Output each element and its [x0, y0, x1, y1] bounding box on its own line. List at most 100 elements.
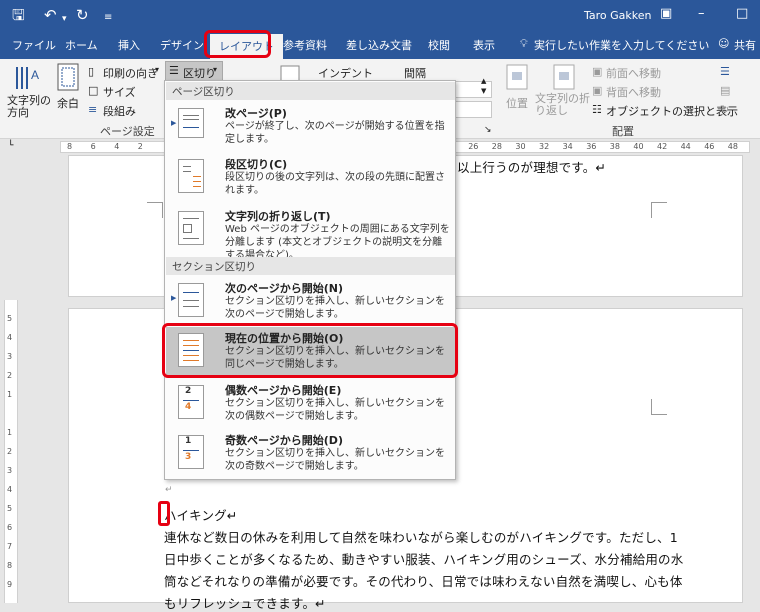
tab-review[interactable]: 校閲	[428, 37, 450, 53]
margins-button[interactable]: 余白	[57, 95, 79, 111]
ruler-number: 3	[7, 352, 13, 361]
minimize-icon[interactable]: –	[698, 6, 705, 21]
menu-item-title: 偶数ページから開始(E)	[225, 384, 342, 397]
ruler-number: 26	[468, 142, 479, 151]
arrange-group-label: 配置	[612, 125, 634, 138]
page-setup-group-label: ページ設定	[100, 125, 155, 138]
ruler-number: 5	[7, 504, 13, 513]
menu-item-desc: セクション区切りを挿入し、新しいセクションを次のページで開始します。	[225, 296, 445, 320]
bring-forward-button[interactable]: 前面へ移動	[606, 65, 661, 81]
paragraph-launcher-icon[interactable]: ↘	[484, 125, 492, 135]
share-button[interactable]: 共有	[734, 37, 756, 53]
margin-corner-mark	[651, 202, 667, 218]
spacing-after-input[interactable]	[450, 101, 492, 118]
tab-design[interactable]: デザイン	[160, 37, 204, 53]
ruler-number: 2	[7, 371, 13, 380]
position-icon[interactable]	[506, 64, 528, 90]
ruler-number: 4	[7, 333, 13, 342]
page-upper-text: 以上行うのが理想です。↵	[457, 160, 607, 175]
columns-button[interactable]: 段組み	[103, 103, 136, 119]
tab-insert[interactable]: 挿入	[118, 37, 140, 53]
doc-heading[interactable]: ハイキング↵	[164, 505, 238, 524]
ruler-number: 3	[7, 466, 13, 475]
ruler-number: 46	[704, 142, 715, 151]
spacing-label: 間隔	[404, 67, 426, 80]
text-direction-icon[interactable]: A	[13, 63, 41, 93]
wrap-text-button[interactable]: 文字列の折 り返し	[535, 93, 590, 117]
menu-item-odd-page[interactable]: 1 3 奇数ページから開始(D) セクション区切りを挿入し、新しいセクションを次…	[166, 429, 455, 479]
orientation-chevron-down-icon: ▾	[155, 65, 160, 74]
ruler-number: 4	[114, 142, 120, 151]
tab-references[interactable]: 参考資料	[283, 37, 327, 53]
tab-mailings[interactable]: 差し込み文書	[346, 37, 412, 53]
menu-item-title: 次のページから開始(N)	[225, 282, 344, 295]
ruler-number: 6	[90, 142, 96, 151]
size-button[interactable]: サイズ	[103, 84, 136, 100]
doc-line[interactable]: 筒などそれなりの準備が必要です。その代わり、日常では味わえない自然を満喫し、心も…	[164, 571, 683, 590]
menu-item-even-page[interactable]: 2 4 偶数ページから開始(E) セクション区切りを挿入し、新しいセクションを次…	[166, 379, 455, 429]
selection-pane-icon: ☷	[592, 103, 602, 116]
margins-icon[interactable]	[57, 63, 79, 91]
section-breaks-header: セクション区切り	[166, 257, 455, 275]
tab-home[interactable]: ホーム	[65, 37, 98, 53]
menu-item-title: 改ページ(P)	[225, 107, 287, 120]
rotate-icon[interactable]: ↻	[720, 103, 729, 116]
breaks-dropdown-menu: ページ区切り ▶ 改ページ(P) ページが終了し、次のページが開始する位置を指定…	[164, 80, 456, 480]
tab-selector-icon[interactable]: └	[8, 141, 13, 151]
ruler-number: 4	[7, 485, 13, 494]
menu-item-title: 奇数ページから開始(D)	[225, 434, 343, 447]
ruler-number: 34	[562, 142, 573, 151]
customize-qat-icon[interactable]: ≡	[104, 9, 112, 27]
ruler-number: 8	[7, 561, 13, 570]
menu-item-column-break[interactable]: 段区切り(C) 段区切りの後の文字列は、次の段の先頭に配置されます。	[166, 153, 455, 203]
lightbulb-icon: 💡︎	[520, 37, 528, 50]
ruler-number: 1	[7, 390, 13, 399]
ruler-number: 28	[491, 142, 502, 151]
tell-me-box[interactable]: 実行したい作業を入力してください	[534, 37, 709, 53]
ruler-number: 30	[515, 142, 526, 151]
ruler-number: 5	[7, 314, 13, 323]
breaks-icon: ☰	[169, 64, 179, 77]
ruler-number: 40	[633, 142, 644, 151]
insertion-arrow-icon: ▶	[171, 294, 177, 302]
ribbon-display-icon[interactable]: ▣	[660, 6, 672, 21]
tab-view[interactable]: 表示	[473, 37, 495, 53]
position-button[interactable]: 位置	[506, 95, 528, 111]
selection-pane-button[interactable]: オブジェクトの選択と表示	[606, 103, 738, 119]
align-icon[interactable]: ☰	[720, 65, 730, 78]
doc-line[interactable]: 日中歩くことが多くなるため、動きやすい服装、ハイキング用のシューズ、水分補給用の…	[164, 549, 683, 568]
maximize-icon[interactable]: □	[736, 6, 748, 21]
paragraph-mark: ↵	[165, 485, 173, 495]
ribbon-tabs: ファイル ホーム 挿入 デザイン レイアウト 参考資料 差し込み文書 校閲 表示…	[0, 32, 760, 59]
spin-down-icon[interactable]: ▼	[481, 87, 486, 95]
ruler-number: 48	[727, 142, 738, 151]
bring-forward-icon: ▣	[592, 65, 603, 78]
ruler-number: 42	[657, 142, 668, 151]
ruler-number: 2	[7, 447, 13, 456]
page-break-icon	[178, 108, 204, 138]
save-icon[interactable]: 🖫	[12, 6, 25, 24]
menu-item-page-break[interactable]: ▶ 改ページ(P) ページが終了し、次のページが開始する位置を指定します。	[166, 102, 455, 152]
menu-item-title: 段区切り(C)	[225, 158, 288, 171]
menu-item-next-page[interactable]: ▶ 次のページから開始(N) セクション区切りを挿入し、新しいセクションを次のペ…	[166, 277, 455, 327]
send-backward-button[interactable]: 背面へ移動	[606, 84, 661, 100]
doc-line[interactable]: 連休など数日の休みを利用して自然を味わいながら楽しむのがハイキングです。ただし、…	[164, 527, 678, 546]
wrap-text-icon[interactable]	[553, 64, 575, 90]
text-direction-button[interactable]: 文字列の 方向	[7, 95, 51, 119]
redo-icon[interactable]: ↻	[76, 6, 89, 24]
ruler-number: 32	[539, 142, 550, 151]
menu-item-text-wrapping[interactable]: 文字列の折り返し(T) Web ページのオブジェクトの周囲にある文字列を分離しま…	[166, 205, 455, 261]
breaks-chevron-down-icon: ▾	[213, 65, 218, 74]
title-bar: 🖫 ↶ ▾ ↻ ≡ Taro Gakken ▣ – □	[0, 0, 760, 32]
user-name[interactable]: Taro Gakken	[584, 9, 652, 22]
share-icon[interactable]: ☺	[718, 37, 729, 50]
odd-page-icon: 1 3	[178, 435, 204, 469]
undo-icon[interactable]: ↶	[44, 6, 57, 24]
tab-file[interactable]: ファイル	[12, 37, 56, 53]
ruler-number: 38	[609, 142, 620, 151]
undo-dropdown-icon[interactable]: ▾	[62, 10, 67, 28]
orientation-button[interactable]: 印刷の向き	[103, 65, 158, 81]
breaks-button[interactable]: ☰ 区切り ▾	[165, 61, 223, 81]
group-icon[interactable]: ▤	[720, 84, 730, 97]
spin-up-icon[interactable]: ▲	[481, 77, 486, 85]
